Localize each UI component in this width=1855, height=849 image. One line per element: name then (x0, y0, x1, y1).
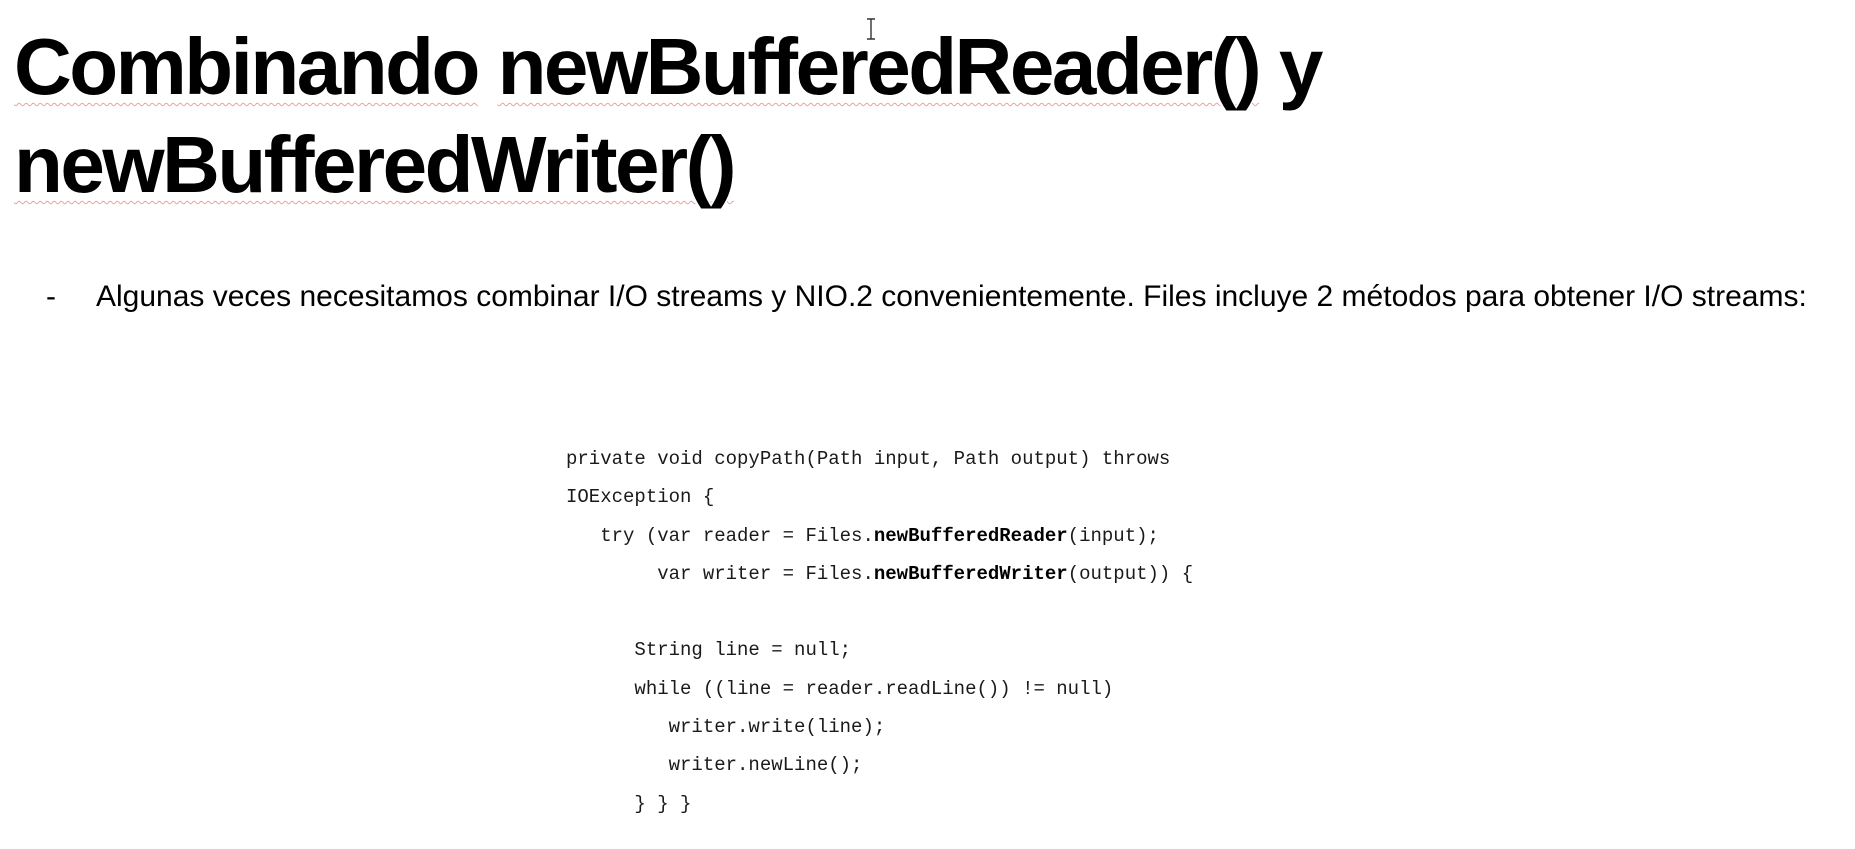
code-line: String line = null; (566, 639, 852, 662)
title-line-1: Combinando newBufferedReader() y (14, 18, 1714, 116)
code-method-newbufferedwriter: newBufferedWriter (873, 562, 1068, 585)
bullet-text: Algunas veces necesitamos combinar I/O s… (96, 280, 1807, 313)
code-line: } } } (566, 792, 692, 815)
code-fragment: (input); (1067, 524, 1159, 547)
code-line: private void copyPath(Path input, Path o… (566, 448, 1171, 470)
code-fragment: var writer = Files. (566, 562, 874, 585)
code-fragment: (output)) { (1067, 562, 1194, 585)
bullet-item: - Algunas veces necesitamos combinar I/O… (46, 276, 1846, 318)
code-line: while ((line = reader.readLine()) != nul… (566, 677, 1114, 700)
code-block: private void copyPath(Path input, Path o… (566, 440, 1193, 823)
title-word-newbufferedreader: newBufferedReader() (497, 22, 1262, 111)
code-fragment: try (var reader = Files. (566, 524, 874, 547)
title-line-2: newBufferedWriter() (14, 116, 1714, 214)
title-word-combinando: Combinando (14, 22, 480, 111)
title-word-y: y (1278, 22, 1324, 111)
code-method-newbufferedreader: newBufferedReader (873, 524, 1068, 547)
code-line: writer.write(line); (566, 716, 886, 739)
title-word-newbufferedwriter: newBufferedWriter() (14, 120, 736, 209)
code-line: var writer = Files.newBufferedWriter(out… (566, 555, 1193, 593)
code-line: IOException { (566, 486, 715, 509)
bullet-marker: - (46, 280, 56, 313)
code-line: writer.newLine(); (566, 754, 863, 777)
slide: Combinando newBufferedReader() y newBuff… (0, 0, 1855, 849)
slide-title: Combinando newBufferedReader() y newBuff… (14, 18, 1714, 214)
code-line: try (var reader = Files.newBufferedReade… (566, 517, 1193, 555)
